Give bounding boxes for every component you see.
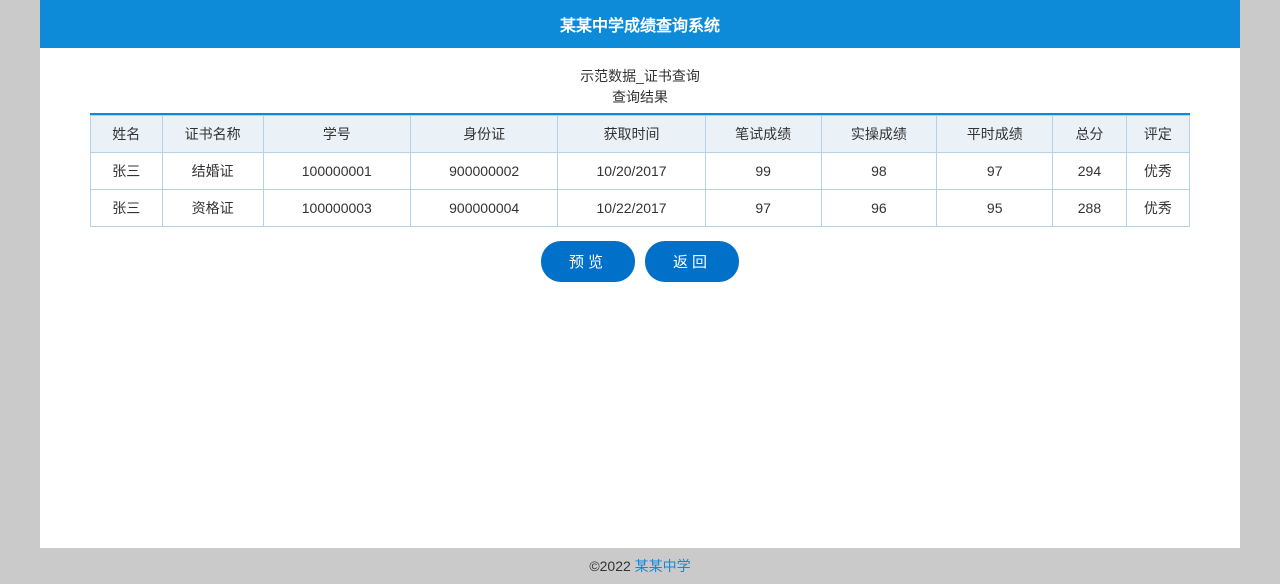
- page-header: 某某中学成绩查询系统: [40, 0, 1240, 48]
- table-row: 张三 结婚证 100000001 900000002 10/20/2017 99…: [91, 153, 1190, 190]
- col-header-written: 笔试成绩: [705, 116, 821, 153]
- col-header-sid: 学号: [263, 116, 410, 153]
- preview-button[interactable]: 预览: [541, 241, 635, 282]
- col-header-idcard: 身份证: [411, 116, 558, 153]
- results-table: 姓名 证书名称 学号 身份证 获取时间 笔试成绩 实操成绩 平时成绩 总分 评定…: [90, 115, 1190, 227]
- cell-sid: 100000001: [263, 153, 410, 190]
- col-header-practical: 实操成绩: [821, 116, 937, 153]
- footer-link[interactable]: 某某中学: [635, 558, 691, 574]
- footer-copyright: ©2022: [589, 558, 634, 574]
- cell-total: 294: [1053, 153, 1127, 190]
- cell-cert: 结婚证: [162, 153, 263, 190]
- col-header-eval: 评定: [1126, 116, 1189, 153]
- col-header-name: 姓名: [91, 116, 163, 153]
- page-title: 某某中学成绩查询系统: [560, 18, 720, 35]
- col-header-cert: 证书名称: [162, 116, 263, 153]
- cell-usual: 95: [937, 190, 1053, 227]
- cell-sid: 100000003: [263, 190, 410, 227]
- table-header-row: 姓名 证书名称 学号 身份证 获取时间 笔试成绩 实操成绩 平时成绩 总分 评定: [91, 116, 1190, 153]
- cell-written: 97: [705, 190, 821, 227]
- cell-eval: 优秀: [1126, 190, 1189, 227]
- col-header-usual: 平时成绩: [937, 116, 1053, 153]
- col-header-time: 获取时间: [558, 116, 705, 153]
- results-table-wrap: 姓名 证书名称 学号 身份证 获取时间 笔试成绩 实操成绩 平时成绩 总分 评定…: [90, 113, 1190, 227]
- cell-name: 张三: [91, 190, 163, 227]
- table-row: 张三 资格证 100000003 900000004 10/22/2017 97…: [91, 190, 1190, 227]
- cell-usual: 97: [937, 153, 1053, 190]
- cell-eval: 优秀: [1126, 153, 1189, 190]
- cell-time: 10/22/2017: [558, 190, 705, 227]
- page-subtitle-2: 查询结果: [40, 87, 1240, 108]
- col-header-total: 总分: [1053, 116, 1127, 153]
- main-content: 示范数据_证书查询 查询结果 姓名 证书名称 学号 身份证 获取时间 笔试成绩 …: [40, 48, 1240, 548]
- page-subtitle-1: 示范数据_证书查询: [40, 66, 1240, 87]
- cell-name: 张三: [91, 153, 163, 190]
- cell-practical: 96: [821, 190, 937, 227]
- cell-cert: 资格证: [162, 190, 263, 227]
- cell-idcard: 900000004: [411, 190, 558, 227]
- cell-written: 99: [705, 153, 821, 190]
- cell-practical: 98: [821, 153, 937, 190]
- button-bar: 预览 返回: [40, 241, 1240, 282]
- back-button[interactable]: 返回: [645, 241, 739, 282]
- cell-idcard: 900000002: [411, 153, 558, 190]
- cell-total: 288: [1053, 190, 1127, 227]
- cell-time: 10/20/2017: [558, 153, 705, 190]
- page-footer: ©2022 某某中学: [40, 548, 1240, 584]
